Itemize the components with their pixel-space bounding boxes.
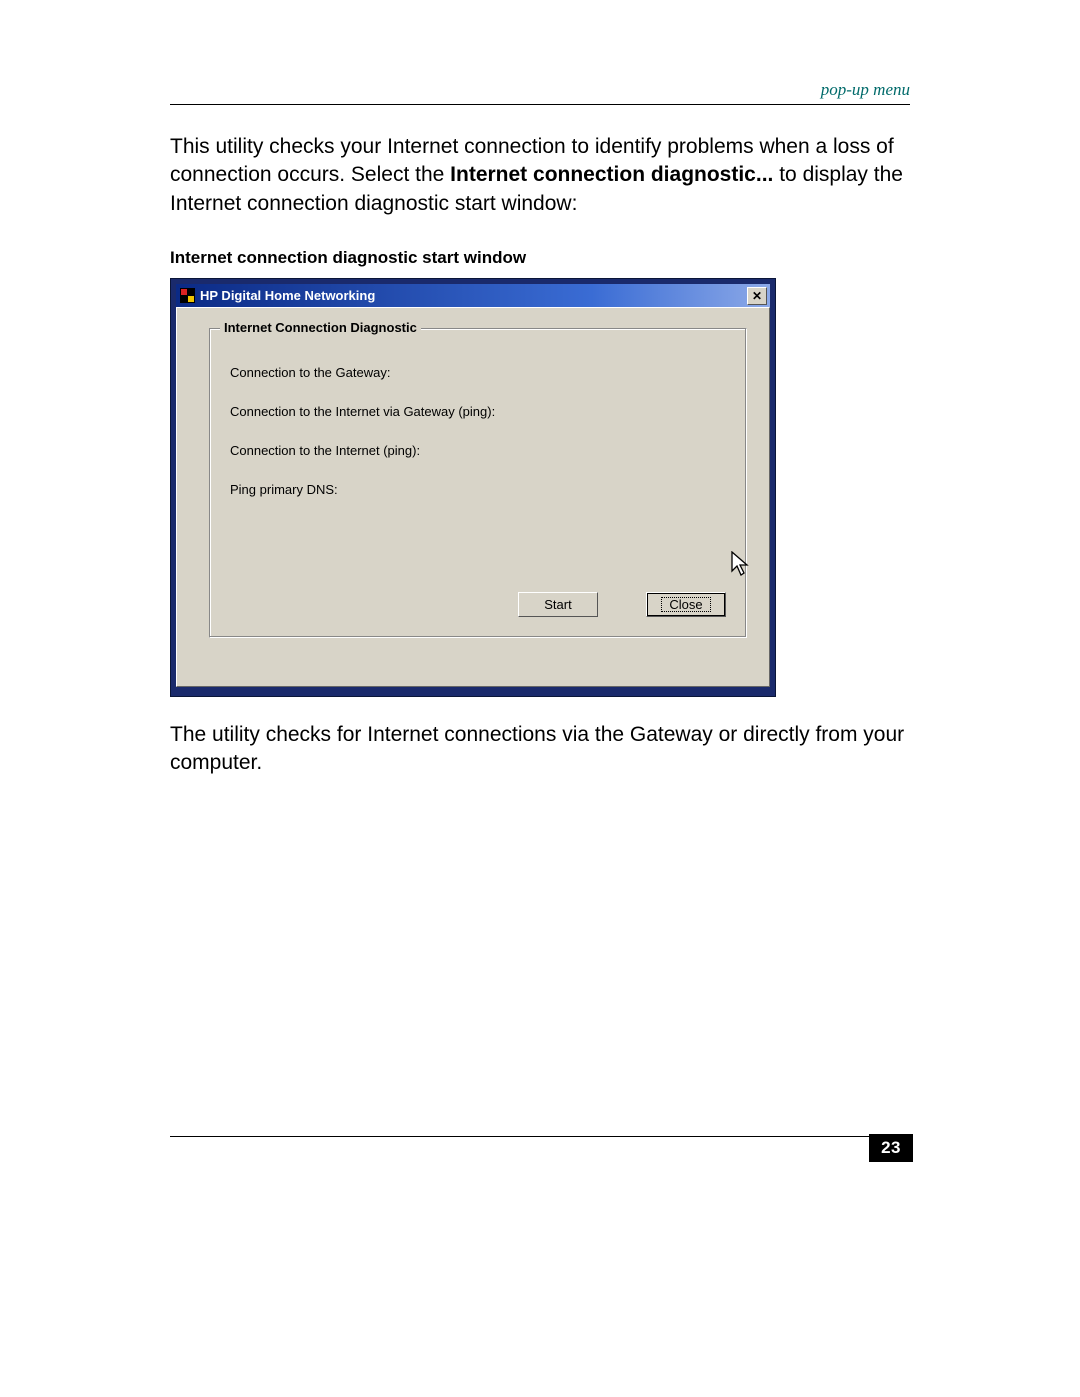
dialog-client-area: Internet Connection Diagnostic Connectio… xyxy=(176,307,770,687)
diag-line-internet-ping: Connection to the Internet (ping): xyxy=(230,443,726,458)
footer-rule xyxy=(170,1136,910,1137)
diag-line-gateway: Connection to the Gateway: xyxy=(230,365,726,380)
close-icon[interactable]: ✕ xyxy=(747,287,767,305)
diag-line-dns: Ping primary DNS: xyxy=(230,482,726,497)
intro-text-bold: Internet connection diagnostic... xyxy=(450,163,773,186)
diag-line-internet-via-gateway: Connection to the Internet via Gateway (… xyxy=(230,404,726,419)
figure-caption: Internet connection diagnostic start win… xyxy=(170,248,910,268)
app-icon xyxy=(180,288,195,303)
dialog-titlebar[interactable]: HP Digital Home Networking ✕ xyxy=(176,284,770,307)
start-button[interactable]: Start xyxy=(518,592,598,617)
groupbox-legend: Internet Connection Diagnostic xyxy=(220,320,421,335)
close-button[interactable]: Close xyxy=(646,592,726,617)
diagnostic-groupbox: Internet Connection Diagnostic Connectio… xyxy=(209,328,747,638)
outro-paragraph: The utility checks for Internet connecti… xyxy=(170,721,910,778)
header-section-label: pop-up menu xyxy=(170,80,910,100)
close-button-label: Close xyxy=(661,597,710,612)
page-number: 23 xyxy=(869,1134,913,1162)
intro-paragraph: This utility checks your Internet connec… xyxy=(170,133,910,218)
dialog-window: HP Digital Home Networking ✕ Internet Co… xyxy=(170,278,776,697)
dialog-title: HP Digital Home Networking xyxy=(200,288,747,303)
header-rule xyxy=(170,104,910,105)
page-footer: 23 xyxy=(170,1136,910,1137)
